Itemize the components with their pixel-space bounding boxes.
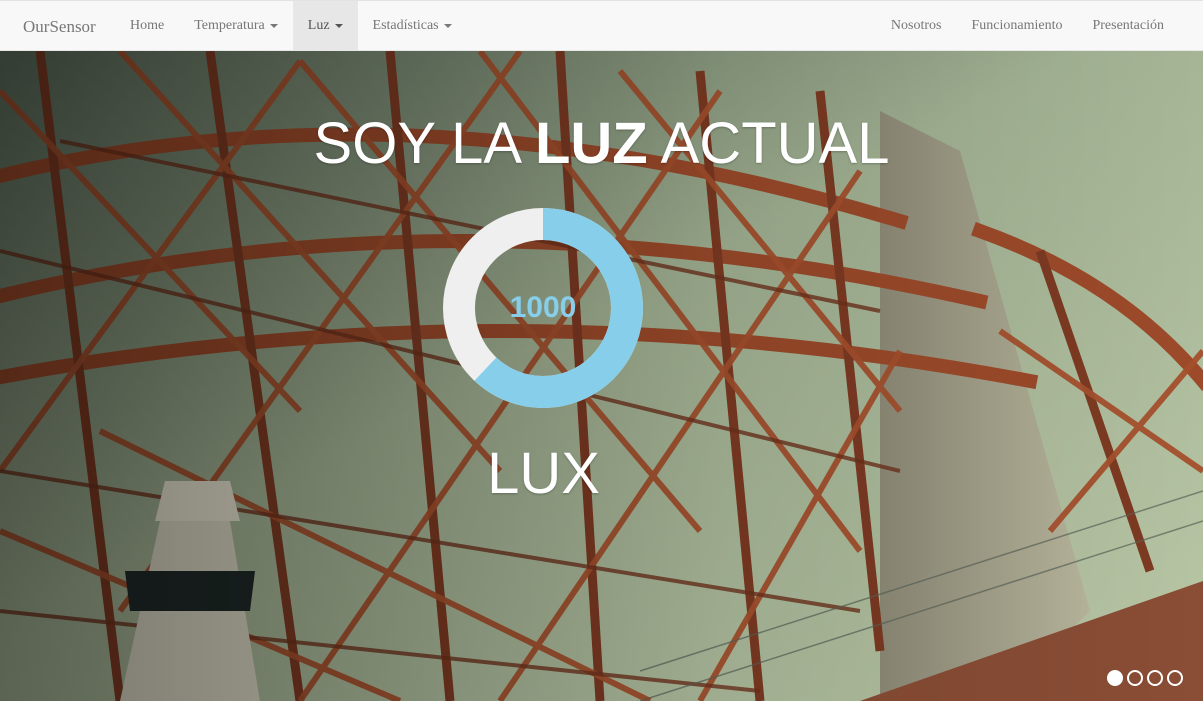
nav-left: Home Temperatura Luz Estadísticas [115, 1, 467, 51]
nav-item-label: Estadísticas [372, 18, 439, 33]
brand-link[interactable]: OurSensor [23, 1, 96, 52]
navbar: OurSensor Home Temperatura Luz Estadísti… [0, 0, 1203, 51]
carousel-indicator[interactable] [1107, 670, 1123, 686]
carousel-indicator[interactable] [1147, 670, 1163, 686]
nav-item-label: Temperatura [194, 18, 265, 33]
hero-title-highlight: LUZ [534, 111, 648, 176]
unit-label: LUX [487, 441, 600, 506]
nav-item-presentacion[interactable]: Presentación [1077, 1, 1179, 51]
nav-item-funcionamiento[interactable]: Funcionamiento [956, 1, 1077, 51]
caret-down-icon [443, 23, 452, 28]
page: OurSensor Home Temperatura Luz Estadísti… [0, 0, 1203, 701]
nav-item-label: Funcionamiento [971, 18, 1063, 33]
nav-item-nosotros[interactable]: Nosotros [876, 1, 957, 51]
nav-item-luz[interactable]: Luz [292, 1, 358, 51]
nav-item-temperatura[interactable]: Temperatura [179, 1, 293, 51]
nav-item-home[interactable]: Home [115, 1, 179, 51]
carousel-indicator[interactable] [1127, 670, 1143, 686]
carousel-indicators [1107, 670, 1183, 686]
caret-down-icon [334, 23, 343, 28]
hero-title-prefix: SOY LA [313, 111, 535, 176]
gauge-value: 1000 [509, 291, 577, 324]
hero-title-suffix: ACTUAL [647, 111, 890, 176]
hero-title: SOY LA LUZ ACTUAL [0, 109, 1203, 179]
nav-item-label: Luz [307, 18, 330, 33]
nav-item-estadisticas[interactable]: Estadísticas [358, 1, 467, 51]
nav-item-label: Home [130, 18, 165, 33]
nav-right: Nosotros Funcionamiento Presentación [876, 1, 1179, 51]
carousel-indicator[interactable] [1167, 670, 1183, 686]
nav-item-label: Nosotros [890, 18, 942, 33]
hero-carousel: SOY LA LUZ ACTUAL 1000 LUX [0, 51, 1203, 701]
caret-down-icon [269, 23, 278, 28]
nav-item-label: Presentación [1092, 18, 1164, 33]
